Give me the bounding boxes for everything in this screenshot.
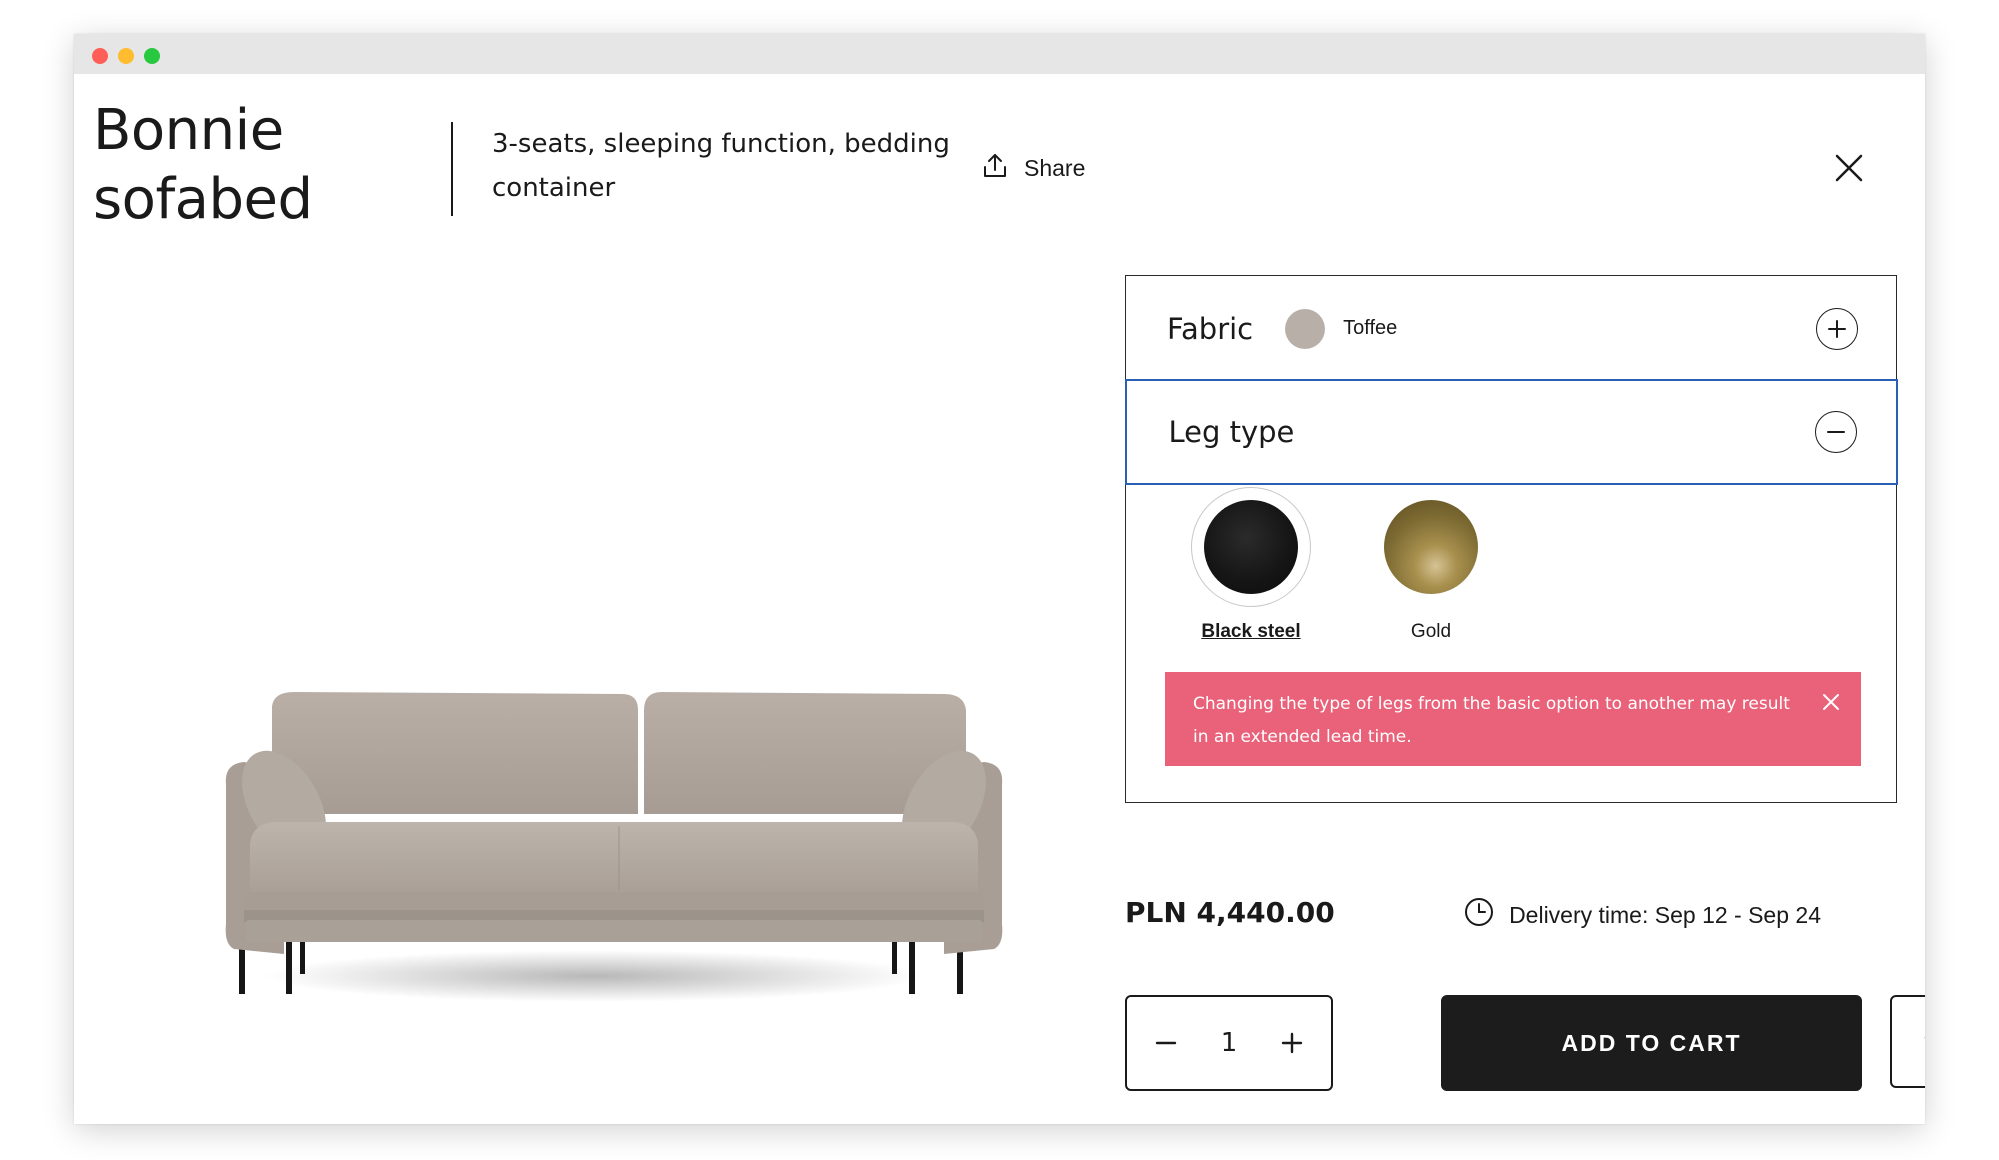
share-upload-icon bbox=[980, 151, 1010, 186]
product-window: Bonnie sofabed 3-seats, sleeping functio… bbox=[74, 34, 1925, 1124]
fabric-expand-button[interactable] bbox=[1816, 308, 1858, 350]
close-button[interactable] bbox=[1825, 144, 1873, 192]
leg-type-row[interactable]: Leg type bbox=[1124, 379, 1898, 485]
black-steel-swatch bbox=[1204, 500, 1298, 594]
leg-option-gold[interactable]: Gold bbox=[1361, 487, 1501, 643]
share-button[interactable]: Share bbox=[980, 146, 1085, 190]
window-maximize-dot[interactable] bbox=[144, 48, 160, 64]
quantity-decrease-button[interactable] bbox=[1151, 1028, 1181, 1058]
delivery-info: Delivery time: Sep 12 - Sep 24 bbox=[1463, 896, 1821, 934]
leg-type-collapse-button[interactable] bbox=[1814, 411, 1857, 453]
leg-option-ring bbox=[1371, 487, 1491, 607]
minus-icon bbox=[1826, 431, 1845, 433]
heart-icon bbox=[1924, 1034, 1925, 1040]
fabric-label: Fabric bbox=[1167, 311, 1254, 346]
add-to-cart-button[interactable]: ADD TO CART bbox=[1441, 995, 1862, 1091]
window-titlebar bbox=[74, 34, 1925, 74]
plus-icon bbox=[1281, 1032, 1303, 1054]
fabric-row[interactable]: Fabric Toffee bbox=[1126, 276, 1896, 381]
minus-icon bbox=[1155, 1041, 1177, 1045]
quantity-value[interactable]: 1 bbox=[1221, 1028, 1238, 1058]
price: PLN 4,440.00 bbox=[1125, 896, 1335, 929]
product-subtitle: 3-seats, sleeping function, bedding cont… bbox=[492, 129, 950, 203]
title-divider bbox=[451, 122, 453, 216]
leg-option-black-steel[interactable]: Black steel bbox=[1181, 487, 1321, 643]
fabric-swatch bbox=[1285, 308, 1326, 349]
window-minimize-dot[interactable] bbox=[118, 48, 134, 64]
leg-option-label: Gold bbox=[1410, 621, 1452, 642]
share-label: Share bbox=[1024, 154, 1086, 181]
leg-type-label: Leg type bbox=[1168, 415, 1295, 449]
fabric-value: Toffee bbox=[1343, 317, 1398, 339]
product-image-sofa bbox=[214, 644, 1044, 1044]
delivery-text: Delivery time: Sep 12 - Sep 24 bbox=[1509, 901, 1821, 928]
alert-text: Changing the type of legs from the basic… bbox=[1193, 694, 1790, 747]
product-title: Bonnie sofabed bbox=[93, 98, 313, 232]
leg-option-label: Black steel bbox=[1201, 621, 1301, 642]
close-icon bbox=[1835, 154, 1863, 182]
close-icon bbox=[1823, 694, 1839, 710]
alert-close-button[interactable] bbox=[1819, 690, 1843, 714]
gold-swatch bbox=[1384, 500, 1478, 594]
configurator-panel: Fabric Toffee Leg type Black steel Gold … bbox=[1124, 275, 1898, 803]
quantity-increase-button[interactable] bbox=[1277, 1028, 1307, 1058]
quantity-stepper: 1 bbox=[1125, 995, 1333, 1091]
window-close-dot[interactable] bbox=[92, 48, 108, 64]
leg-option-ring bbox=[1191, 487, 1311, 607]
lead-time-alert: Changing the type of legs from the basic… bbox=[1165, 672, 1861, 766]
wishlist-button[interactable] bbox=[1890, 995, 1925, 1088]
plus-icon bbox=[1828, 320, 1846, 338]
clock-icon bbox=[1463, 896, 1495, 934]
